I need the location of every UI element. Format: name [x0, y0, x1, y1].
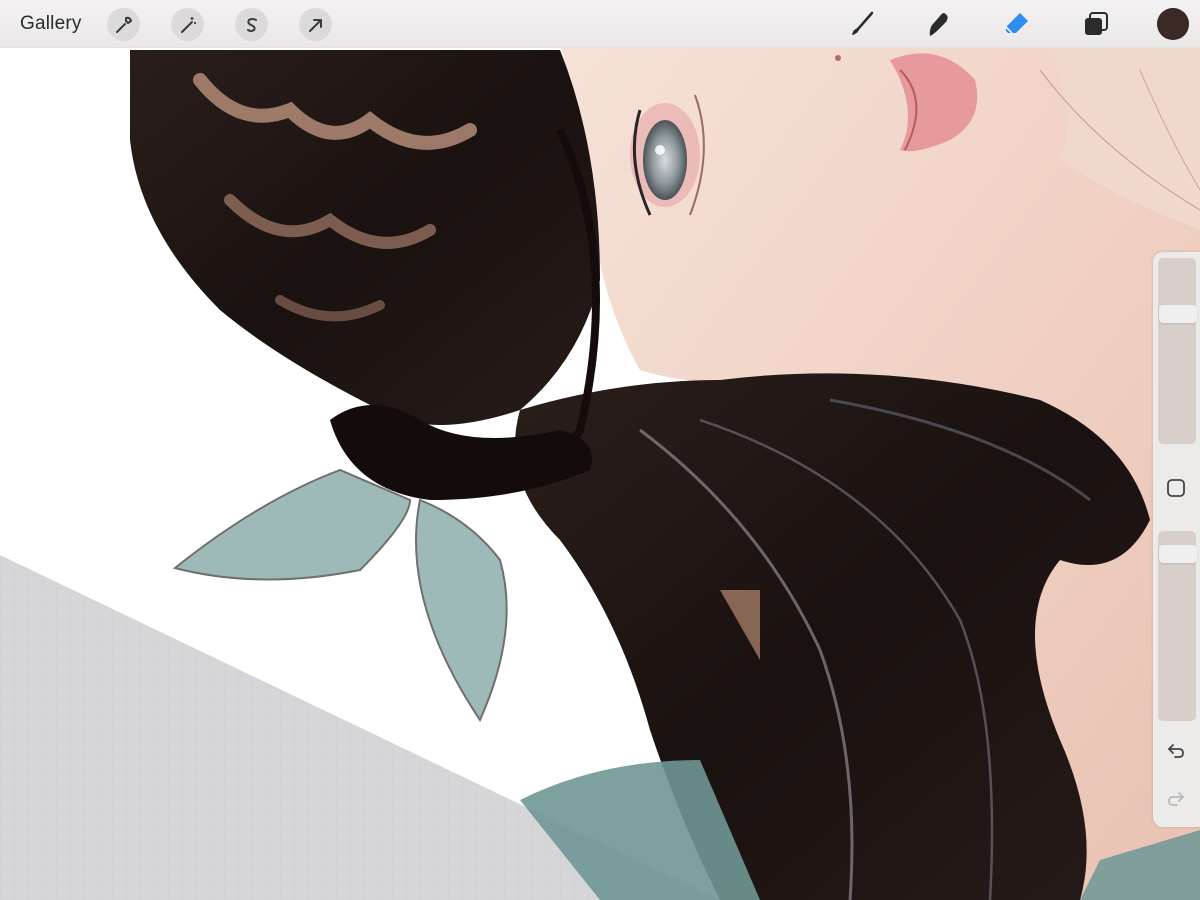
color-picker-button[interactable] [1157, 8, 1189, 40]
wrench-icon [115, 16, 132, 33]
brush-size-slider[interactable] [1158, 258, 1197, 444]
brush-size-knob[interactable] [1159, 305, 1197, 323]
smudge-icon [929, 13, 948, 36]
redo-arrow-icon[interactable] [1165, 788, 1187, 810]
gallery-button[interactable]: Gallery [20, 12, 82, 36]
drawing-canvas[interactable] [0, 0, 1200, 900]
smudge-tool-button[interactable] [922, 8, 954, 40]
actions-button[interactable] [107, 8, 140, 41]
eye-shape [643, 120, 687, 200]
transform-button[interactable] [299, 8, 332, 41]
side-toolbar [1153, 252, 1200, 827]
paintbrush-icon [852, 11, 874, 35]
layers-icon [1085, 12, 1108, 35]
arrow-cursor-icon [308, 18, 322, 32]
opacity-slider[interactable] [1158, 531, 1197, 721]
brush-tool-button[interactable] [846, 8, 878, 40]
top-toolbar: Gallery [0, 0, 1200, 48]
opacity-knob[interactable] [1159, 545, 1197, 563]
layers-button[interactable] [1080, 8, 1112, 40]
selection-button[interactable] [235, 8, 268, 41]
selection-s-icon [246, 17, 257, 32]
adjustments-button[interactable] [171, 8, 204, 41]
eraser-tool-button[interactable] [1001, 8, 1033, 40]
eraser-icon [1005, 13, 1028, 34]
square-modify-icon[interactable] [1165, 477, 1187, 499]
undo-arrow-icon[interactable] [1165, 740, 1187, 762]
artwork [0, 0, 1200, 900]
magic-wand-icon [180, 16, 196, 33]
